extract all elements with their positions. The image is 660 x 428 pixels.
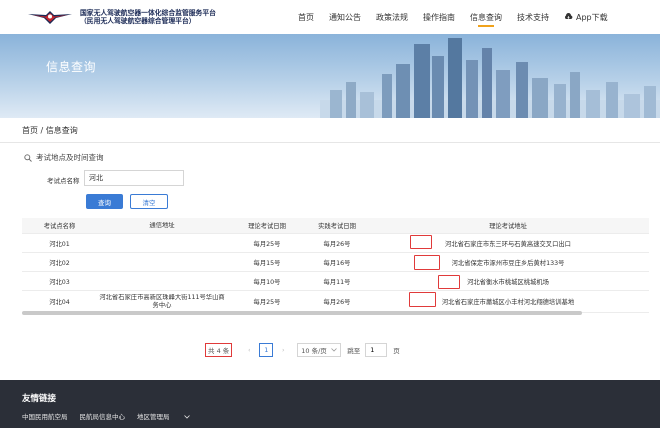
clear-button[interactable]: 清空 — [130, 194, 168, 209]
top-header: 国家无人驾驶航空器一体化综合监管服务平台 （民用无人驾驶航空器综合管理平台） 首… — [0, 0, 660, 34]
col-header-site: 考试点名称 — [43, 223, 76, 230]
cell-site: 河北04 — [49, 299, 70, 306]
table-row[interactable]: 河北01 每月25号 每月26号 河北省石家庄市东三环与石黄高速交叉口出口 — [22, 234, 649, 253]
query-title-text: 考试地点及时间查询 — [36, 153, 104, 162]
main-nav: 首页 通知公告 政策法规 操作指南 信息查询 技术支持 App下载 — [298, 0, 608, 34]
page-unit-label: 页 — [393, 347, 400, 355]
breadcrumb-current: 信息查询 — [45, 126, 78, 135]
nav-app-label: App下载 — [576, 12, 608, 22]
cell-theory-date: 每月25号 — [253, 240, 281, 248]
breadcrumb-home[interactable]: 首页 — [22, 126, 38, 135]
table-row[interactable]: 河北04 河北省石家庄市高新区珠峰大街111号华山商务中心 每月25号 每月26… — [22, 291, 649, 313]
col-header-practice-date: 实践考试日期 — [318, 223, 356, 230]
highlight-box — [410, 235, 432, 249]
jump-label: 跳至 — [347, 347, 361, 355]
next-page-button[interactable]: › — [276, 343, 290, 357]
site-brand[interactable]: 国家无人驾驶航空器一体化综合监管服务平台 （民用无人驾驶航空器综合管理平台） — [80, 9, 216, 25]
search-button[interactable]: 查询 — [86, 194, 123, 209]
footer-link-caac[interactable]: 中国民用航空局 — [22, 411, 68, 421]
pagination: 共 4 条 ‹ 1 › 10 条/页 跳至 页 — [205, 343, 400, 357]
footer-link-regional-label: 地区管理局 — [137, 413, 170, 421]
exam-table: 考试点名称 通信地址 理论考试日期 实践考试日期 理论考试地址 河北01 每月2… — [22, 218, 649, 313]
footer-links-title: 友情链接 — [22, 394, 57, 404]
pagination-total: 共 4 条 — [205, 343, 233, 357]
prev-page-button[interactable]: ‹ — [242, 343, 256, 357]
page-size-value: 10 条/页 — [301, 347, 327, 355]
table-header: 考试点名称 通信地址 理论考试日期 实践考试日期 理论考试地址 — [22, 218, 649, 234]
cell-theory-address: 河北省保定市涿州市豆庄乡后黄村133号 — [451, 259, 565, 267]
banner-title: 信息查询 — [46, 60, 97, 74]
cloud-download-icon — [564, 12, 573, 22]
col-header-theory-address: 理论考试地址 — [489, 223, 527, 230]
chevron-down-icon — [331, 348, 338, 352]
col-header-address: 通信地址 — [149, 221, 175, 229]
cell-theory-date: 每月10号 — [253, 278, 281, 286]
table-row[interactable]: 河北02 每月15号 每月16号 河北省保定市涿州市豆庄乡后黄村133号 — [22, 253, 649, 272]
page-size-select[interactable]: 10 条/页 — [297, 343, 342, 357]
table-horizontal-scrollbar[interactable] — [22, 311, 582, 315]
search-icon — [24, 153, 32, 162]
nav-notices[interactable]: 通知公告 — [329, 0, 361, 34]
footer-links: 中国民用航空局 民航局信息中心 地区管理局 — [22, 411, 202, 421]
footer-link-info-center[interactable]: 民航局信息中心 — [80, 411, 126, 421]
nav-support[interactable]: 技术支持 — [517, 0, 549, 34]
cell-site: 河北01 — [49, 240, 70, 248]
cell-address: 河北省石家庄市高新区珠峰大街111号华山商务中心 — [99, 293, 225, 309]
footer-link-regional[interactable]: 地区管理局 — [137, 411, 190, 421]
site-subtitle: （民用无人驾驶航空器综合管理平台） — [80, 17, 196, 25]
nav-home[interactable]: 首页 — [298, 0, 314, 34]
nav-guide[interactable]: 操作指南 — [423, 0, 455, 34]
cell-theory-date: 每月25号 — [253, 299, 281, 306]
breadcrumb: 首页 / 信息查询 — [22, 125, 78, 136]
highlight-box — [438, 275, 460, 289]
site-footer: 友情链接 中国民用航空局 民航局信息中心 地区管理局 — [0, 380, 660, 428]
site-title: 国家无人驾驶航空器一体化综合监管服务平台 — [80, 9, 216, 17]
cell-practice-date: 每月11号 — [323, 278, 351, 286]
query-section-title: 考试地点及时间查询 — [24, 152, 104, 163]
jump-page-input[interactable] — [365, 343, 388, 357]
city-skyline-image — [320, 38, 660, 118]
cell-practice-date: 每月26号 — [323, 240, 351, 248]
breadcrumb-divider — [0, 142, 660, 143]
cell-theory-date: 每月15号 — [253, 259, 281, 267]
cell-site: 河北03 — [49, 278, 70, 286]
nav-app-download[interactable]: App下载 — [564, 0, 608, 34]
page-banner: 信息查询 — [0, 34, 660, 118]
nav-policies[interactable]: 政策法规 — [376, 0, 408, 34]
exam-site-label: 考试点名称 — [47, 177, 80, 185]
table-row[interactable]: 河北03 每月10号 每月11号 河北省衡水市桃城区桃城机场 — [22, 272, 649, 291]
nav-info-query[interactable]: 信息查询 — [470, 0, 502, 34]
caac-logo-icon — [28, 11, 72, 24]
cell-practice-date: 每月26号 — [323, 299, 351, 306]
breadcrumb-separator: / — [40, 126, 44, 135]
cell-practice-date: 每月16号 — [323, 259, 351, 267]
col-header-theory-date: 理论考试日期 — [248, 223, 286, 230]
cell-site: 河北02 — [49, 259, 70, 267]
exam-site-input[interactable] — [84, 170, 184, 186]
cell-theory-address: 河北省衡水市桃城区桃城机场 — [467, 278, 549, 286]
page-number-button[interactable]: 1 — [259, 343, 274, 357]
highlight-box — [414, 255, 440, 270]
highlight-box — [409, 292, 436, 307]
chevron-down-icon — [183, 415, 190, 419]
